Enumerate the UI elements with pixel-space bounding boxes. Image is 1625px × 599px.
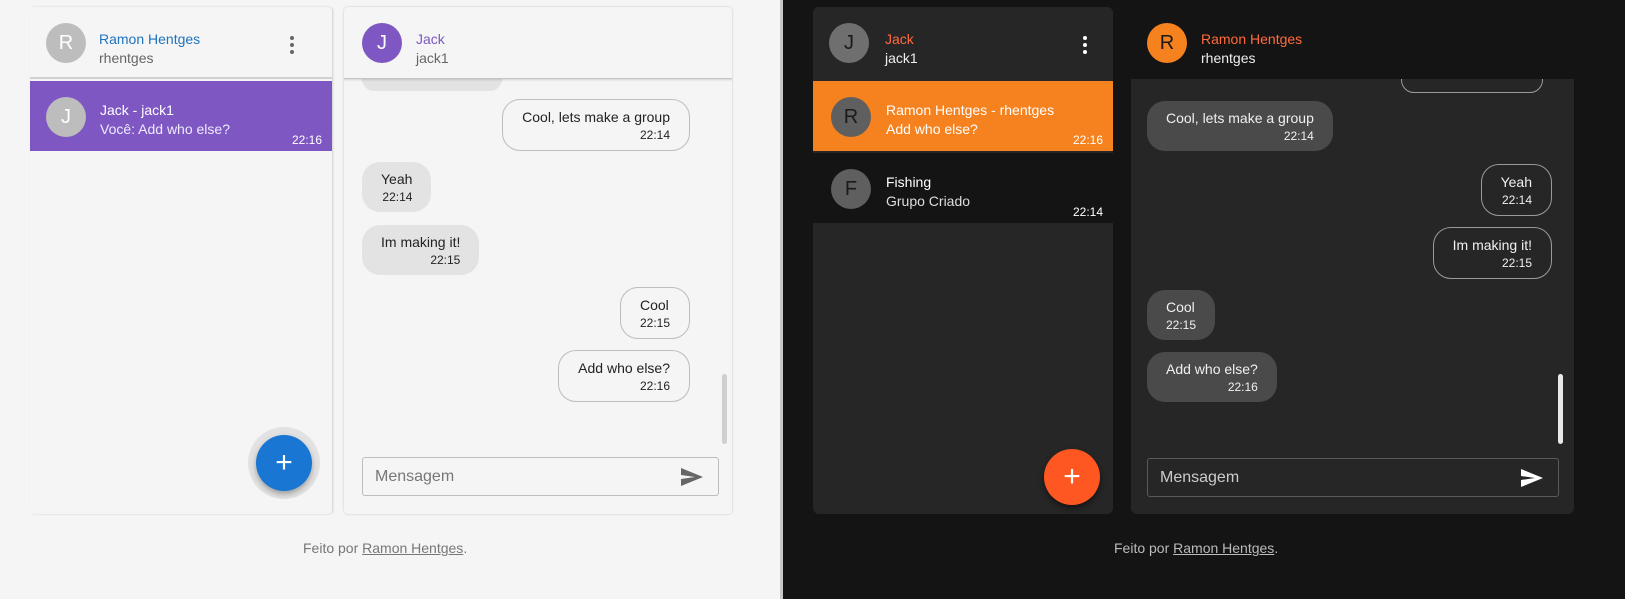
message-time: 22:15 (1166, 318, 1197, 332)
conversation-title: Jack - jack1 (100, 102, 174, 118)
conversation-time: 22:14 (1072, 205, 1103, 219)
contact-name: Jack (416, 31, 445, 47)
message-bubble: Add who else? 22:16 (1147, 352, 1277, 402)
plus-icon: + (1063, 460, 1081, 493)
user-handle: jack1 (885, 50, 918, 66)
new-conversation-button[interactable]: + (1044, 449, 1100, 505)
message-text: Cool, lets make a group (1166, 110, 1314, 126)
footer-prefix: Feito por (1114, 540, 1174, 556)
chat-scrollbar[interactable] (1558, 374, 1563, 444)
conversation-item-ramon[interactable]: R Ramon Hentges - rhentges Add who else?… (813, 81, 1113, 151)
conversation-item-jack[interactable]: J Jack - jack1 Você: Add who else? 22:16 (30, 81, 332, 151)
conversation-title: Ramon Hentges - rhentges (886, 102, 1055, 118)
footer-suffix: . (1274, 540, 1279, 556)
message-time: 22:16 (1227, 380, 1258, 394)
message-time: 22:14 (1501, 193, 1532, 207)
chat-scrollbar[interactable] (722, 374, 727, 444)
sidebar-header: J Jack jack1 (813, 7, 1113, 79)
send-icon[interactable] (680, 467, 704, 487)
message-input-container (1147, 458, 1559, 497)
conversation-sidebar: R Ramon Hentges rhentges J Jack - jack1 … (30, 7, 332, 514)
conversation-item-fishing[interactable]: F Fishing Grupo Criado 22:14 (813, 153, 1113, 223)
conversation-last-message: Grupo Criado (886, 193, 971, 209)
conversation-time: 22:16 (1072, 133, 1103, 147)
message-text: Cool (639, 297, 669, 313)
contact-avatar[interactable]: J (362, 23, 402, 63)
contact-avatar: R (831, 97, 871, 137)
user-name: Jack (885, 31, 914, 47)
message-bubble: Im making it! 22:15 (362, 225, 480, 275)
contact-handle: jack1 (416, 50, 449, 66)
send-icon[interactable] (1520, 468, 1544, 488)
conversation-last-message: Você: Add who else? (100, 121, 230, 137)
footer-suffix: . (463, 540, 468, 556)
message-text: Im making it! (381, 234, 461, 250)
user-avatar[interactable]: J (829, 23, 869, 63)
conversation-sidebar: J Jack jack1 R Ramon Hentges - rhentges … (813, 7, 1113, 514)
group-avatar: F (831, 169, 871, 209)
message-bubble: Cool 22:15 (619, 287, 690, 339)
message-bubble: Im making it! 22:15 (1432, 227, 1552, 279)
message-bubble: Cool, lets make a group 22:14 (1147, 101, 1333, 151)
contact-avatar: J (46, 97, 86, 137)
contact-name: Ramon Hentges (1201, 31, 1303, 47)
author-link[interactable]: Ramon Hentges (362, 540, 463, 556)
message-text: Cool (1166, 299, 1195, 315)
dark-theme-pane: J Jack jack1 R Ramon Hentges - rhentges … (783, 0, 1625, 599)
footer-credit: Feito por Ramon Hentges. (1114, 540, 1278, 556)
message-time: 22:14 (639, 128, 670, 142)
message-input[interactable] (1160, 459, 1440, 496)
message-text: Add who else? (1166, 361, 1258, 377)
light-theme-pane: R Ramon Hentges rhentges J Jack - jack1 … (0, 0, 780, 599)
chat-panel: R Ramon Hentges rhentges Cool, lets make… (1131, 7, 1574, 514)
user-handle: rhentges (99, 50, 154, 66)
chat-panel: J Jack jack1 Cool, lets make a group 22:… (344, 7, 732, 514)
plus-icon: + (275, 446, 293, 479)
footer-prefix: Feito por (303, 540, 363, 556)
message-time: 22:15 (430, 253, 461, 267)
chat-header: R Ramon Hentges rhentges (1131, 7, 1574, 79)
message-text: Im making it! (1452, 237, 1532, 253)
conversation-time: 22:16 (291, 133, 322, 147)
message-time: 22:15 (639, 316, 670, 330)
message-time: 22:15 (1501, 256, 1532, 270)
user-name: Ramon Hentges (99, 31, 201, 47)
message-time: 22:16 (639, 379, 670, 393)
contact-avatar[interactable]: R (1147, 23, 1187, 63)
message-bubble: Cool, lets make a group 22:14 (502, 99, 690, 151)
message-input[interactable] (375, 458, 655, 495)
message-text: Yeah (1500, 174, 1532, 190)
message-input-container (362, 457, 719, 496)
sidebar-header: R Ramon Hentges rhentges (30, 7, 332, 79)
footer-credit: Feito por Ramon Hentges. (303, 540, 467, 556)
message-bubble: Add who else? 22:16 (558, 350, 690, 402)
message-text: Yeah (381, 171, 413, 187)
chat-header: J Jack jack1 (344, 7, 732, 79)
message-time: 22:14 (1283, 129, 1314, 143)
conversation-title: Fishing (886, 174, 932, 190)
conversation-last-message: Add who else? (886, 121, 978, 137)
message-bubble: Yeah 22:14 (1480, 164, 1552, 216)
user-avatar[interactable]: R (46, 23, 86, 63)
author-link[interactable]: Ramon Hentges (1173, 540, 1274, 556)
message-text: Add who else? (578, 360, 670, 376)
more-options-icon[interactable] (1070, 30, 1100, 60)
more-options-icon[interactable] (277, 30, 307, 60)
new-conversation-button[interactable]: + (256, 435, 312, 491)
message-time: 22:14 (382, 190, 413, 204)
message-bubble: Yeah 22:14 (362, 162, 432, 212)
contact-handle: rhentges (1201, 50, 1256, 66)
message-bubble: Cool 22:15 (1147, 290, 1216, 340)
message-text: Cool, lets make a group (522, 109, 670, 125)
